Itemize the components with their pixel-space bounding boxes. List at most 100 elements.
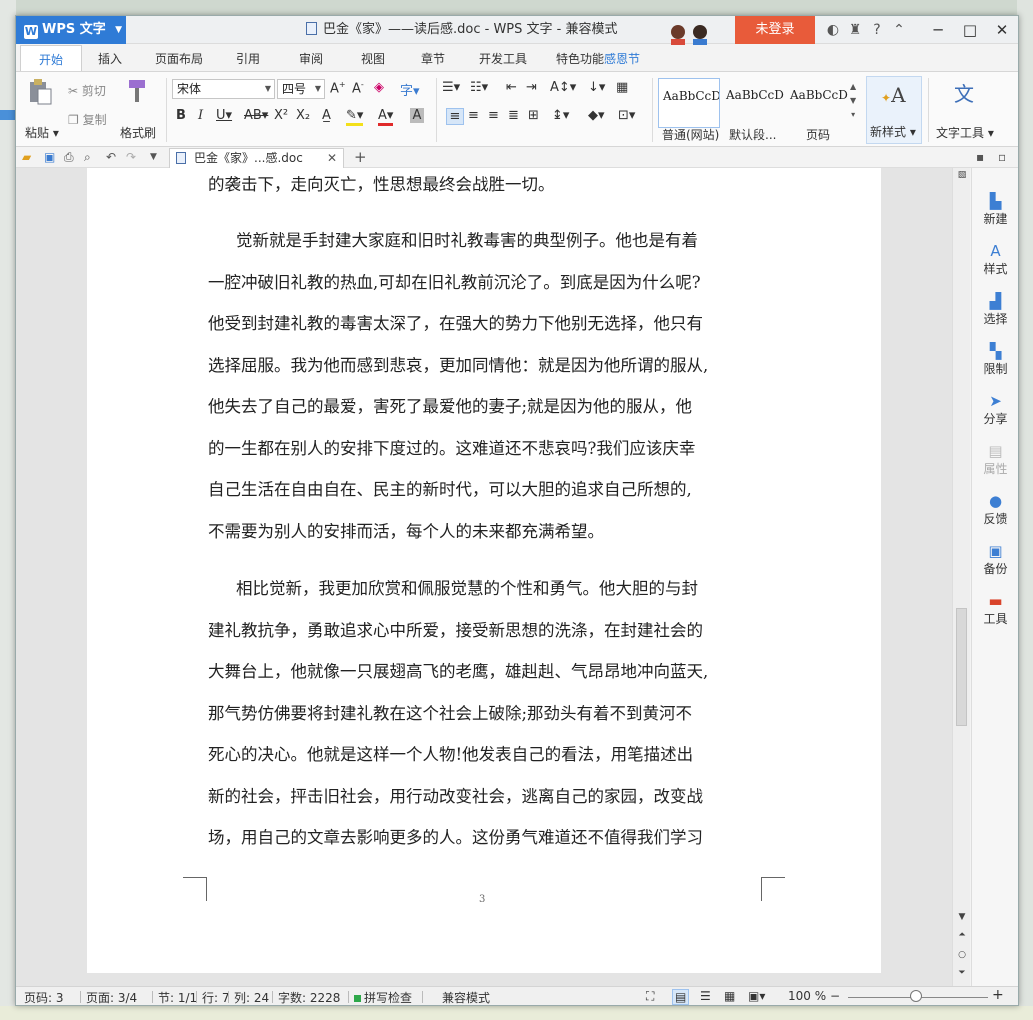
status-section[interactable]: 节: 1/1 <box>158 989 197 1005</box>
zoom-in-icon[interactable]: + <box>992 987 1004 1003</box>
underline-icon[interactable]: U▾ <box>216 108 232 123</box>
table-grid-icon[interactable]: ▦ <box>616 80 628 95</box>
sort-icon[interactable]: ↓▾ <box>588 80 605 95</box>
tab-developer[interactable]: 开发工具 <box>479 45 527 71</box>
task-new[interactable]: ▙ 新建 <box>972 192 1018 227</box>
task-backup[interactable]: ▣ 备份 <box>972 542 1018 577</box>
style-page-number[interactable]: AaBbCcDd <box>786 78 848 128</box>
tab-page-layout[interactable]: 页面布局 <box>155 45 203 71</box>
cut-button[interactable]: ✂ 剪切 <box>68 82 106 99</box>
shading-icon[interactable]: ◆▾ <box>588 108 605 123</box>
font-name-select[interactable]: 宋体 ▼ <box>172 79 275 99</box>
align-right-icon[interactable]: ≡ <box>488 108 499 123</box>
clear-format-icon[interactable]: ◈ <box>374 80 384 95</box>
superscript-icon[interactable]: X² <box>274 108 288 123</box>
collapse-ribbon-icon[interactable]: ⌃ <box>888 22 910 38</box>
tab-insert[interactable]: 插入 <box>98 45 122 71</box>
text-direction-icon[interactable]: A↕▾ <box>550 80 576 95</box>
open-icon[interactable]: ▰ <box>22 150 31 164</box>
new-tab-icon[interactable]: + <box>354 148 367 166</box>
strikethrough-icon[interactable]: AB▾ <box>244 108 268 123</box>
format-painter-icon[interactable] <box>124 78 150 106</box>
zoom-value[interactable]: 100 % <box>788 989 826 1003</box>
style-default-paragraph[interactable]: AaBbCcDd <box>722 78 784 128</box>
panel-toggle-icon[interactable]: ▪ <box>976 150 984 164</box>
customize-toolbar-icon[interactable]: ▼ <box>150 152 157 162</box>
undo-icon[interactable]: ↶ <box>106 150 116 164</box>
align-center-icon[interactable]: ≡ <box>468 108 479 123</box>
text-tools-button[interactable]: 文字工具 ▾ <box>936 124 994 141</box>
next-page-icon[interactable]: ⏷ <box>953 968 971 978</box>
phonetic-guide-icon[interactable]: 字▾ <box>400 80 420 99</box>
zoom-slider-knob[interactable] <box>910 990 922 1002</box>
status-pages[interactable]: 页面: 3/4 <box>86 989 137 1005</box>
task-share[interactable]: ➤ 分享 <box>972 392 1018 427</box>
distribute-icon[interactable]: ⊞ <box>528 108 539 123</box>
decrease-indent-icon[interactable]: ⇤ <box>506 80 517 95</box>
task-select[interactable]: ▟ 选择 <box>972 292 1018 327</box>
tab-review[interactable]: 审阅 <box>299 45 323 71</box>
new-style-button[interactable]: ✦A 新样式 ▾ <box>866 76 922 144</box>
page-view-icon[interactable]: ▤ <box>672 989 690 1005</box>
document-tab[interactable]: 巴金《家》...感.doc ✕ <box>169 148 344 168</box>
paste-button[interactable]: 粘贴 ▾ <box>25 124 59 141</box>
help-icon[interactable]: ? <box>866 22 888 38</box>
borders-icon[interactable]: ⊡▾ <box>618 108 635 123</box>
styles-scroll-icon[interactable]: ▲ ▼ ▾ <box>850 80 856 122</box>
zoom-out-icon[interactable]: − <box>830 989 840 1003</box>
close-tab-icon[interactable]: ✕ <box>327 149 337 167</box>
print-preview-icon[interactable]: ⌕ <box>84 150 91 165</box>
task-style[interactable]: A 样式 <box>972 242 1018 277</box>
status-page-code[interactable]: 页码: 3 <box>24 989 64 1005</box>
paste-icon[interactable] <box>26 78 54 108</box>
scroll-down-icon[interactable]: ▼ <box>953 912 971 922</box>
web-view-icon[interactable]: ▦ <box>724 989 735 1003</box>
shrink-font-icon[interactable]: A- <box>352 80 364 96</box>
grow-font-icon[interactable]: A+ <box>330 80 346 96</box>
italic-icon[interactable]: I <box>198 108 203 123</box>
save-icon[interactable]: ▣ <box>44 150 55 164</box>
tab-references[interactable]: 引用 <box>236 45 260 71</box>
scroll-thumb[interactable] <box>956 608 967 726</box>
format-painter-label[interactable]: 格式刷 <box>120 124 156 141</box>
close-icon[interactable]: ✕ <box>986 16 1018 44</box>
task-tools[interactable]: ▬ 工具 <box>972 592 1018 627</box>
task-restrict[interactable]: ▚ 限制 <box>972 342 1018 377</box>
numbered-list-icon[interactable]: ☷▾ <box>470 80 488 95</box>
redo-icon[interactable]: ↷ <box>126 150 136 164</box>
text-tools-icon[interactable]: 文 <box>954 78 974 107</box>
font-color-icon[interactable]: A▾ <box>378 108 394 126</box>
maximize-icon[interactable]: □ <box>954 16 986 44</box>
tab-home[interactable]: 开始 <box>20 45 82 71</box>
skin-icon[interactable]: ◐ <box>822 22 844 38</box>
bold-icon[interactable]: B <box>176 108 186 123</box>
char-border-icon[interactable]: A <box>410 108 424 123</box>
prev-page-icon[interactable]: ⏶ <box>953 930 971 940</box>
char-shading-icon[interactable]: A̲ <box>322 108 331 123</box>
copy-button[interactable]: ❐ 复制 <box>68 111 107 128</box>
subscript-icon[interactable]: X₂ <box>296 108 310 123</box>
wps-menu-button[interactable]: W WPS 文字 ▼ <box>16 16 126 44</box>
login-button[interactable]: 未登录 <box>735 16 815 44</box>
font-size-select[interactable]: 四号 ▼ <box>277 79 325 99</box>
tab-view[interactable]: 视图 <box>361 45 385 71</box>
shirt-icon[interactable]: ♜ <box>844 22 866 38</box>
line-spacing-icon[interactable]: ↨▾ <box>552 108 569 123</box>
tab-chapter[interactable]: 章节 <box>421 45 445 71</box>
fullscreen-view-icon[interactable]: ⛶ <box>646 989 654 1004</box>
status-word-count[interactable]: 字数: 2228 <box>278 989 340 1005</box>
highlight-icon[interactable]: ✎▾ <box>346 108 364 126</box>
style-normal-web[interactable]: AaBbCcDd <box>658 78 720 128</box>
document-page[interactable]: 的袭击下，走向灭亡，性思想最终会战胜一切。 觉新就是手封建大家庭和旧时礼教毒害的… <box>87 168 881 973</box>
justify-icon[interactable]: ≣ <box>508 108 519 123</box>
task-feedback[interactable]: ● 反馈 <box>972 492 1018 527</box>
scroll-map-icon[interactable]: ▧ <box>953 170 971 180</box>
minimize-icon[interactable]: ─ <box>922 16 954 44</box>
bullet-list-icon[interactable]: ☰▾ <box>442 80 460 95</box>
browse-object-icon[interactable]: ○ <box>953 950 971 960</box>
vertical-scrollbar[interactable]: ▧ ▼ ⏶ ○ ⏷ <box>952 168 970 986</box>
panel-pin-icon[interactable]: ▫ <box>998 150 1006 164</box>
increase-indent-icon[interactable]: ⇥ <box>526 80 537 95</box>
tab-special-features[interactable]: 特色功能感恩节 <box>556 45 640 71</box>
outline-view-icon[interactable]: ☰ <box>700 989 711 1003</box>
